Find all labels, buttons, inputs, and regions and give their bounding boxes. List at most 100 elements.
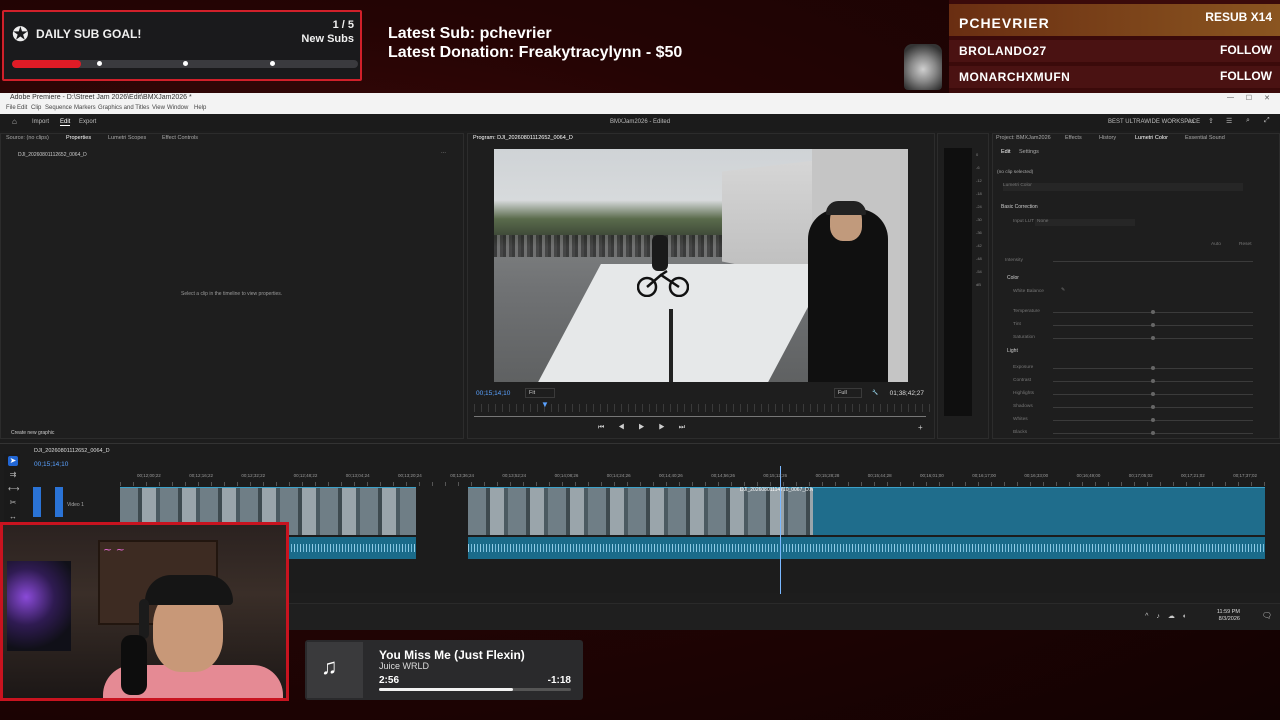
track-select-icon[interactable]: ⇉ xyxy=(8,470,18,480)
menu-sequence[interactable]: Sequence xyxy=(45,105,72,111)
wrench-icon[interactable]: 🔧 xyxy=(872,390,878,396)
close-icon[interactable]: ✕ xyxy=(1264,94,1270,102)
light-slider[interactable] xyxy=(1053,418,1253,422)
input-lut-label: Input LUT xyxy=(1013,219,1035,224)
slider-knob[interactable] xyxy=(1151,392,1155,396)
song-artist: Juice WRLD xyxy=(379,661,430,671)
properties-panel: Source: (no clips) Properties Lumetri Sc… xyxy=(0,133,464,439)
share-icon[interactable]: ⇪ xyxy=(1208,117,1214,125)
auto-button[interactable]: Auto xyxy=(1211,242,1221,247)
menu-view[interactable]: View xyxy=(152,105,165,111)
timeline-playhead[interactable] xyxy=(780,466,781,594)
menu-window[interactable]: Window xyxy=(167,105,188,111)
selection-tool-icon[interactable]: ➤ xyxy=(8,456,18,466)
slider-knob[interactable] xyxy=(1151,431,1155,435)
light-slider[interactable] xyxy=(1053,366,1253,370)
menu-edit[interactable]: Edit xyxy=(17,105,27,111)
tab-source[interactable]: Source: (no clips) xyxy=(6,135,49,141)
timeline-tick-label: 00;14;24;26 xyxy=(606,473,631,478)
meter-scale-label: -24 xyxy=(976,204,982,209)
slider-knob[interactable] xyxy=(1151,310,1155,314)
color-slider[interactable] xyxy=(1053,336,1253,340)
eyedropper-icon[interactable]: ✎ xyxy=(1061,288,1065,293)
panel-icon[interactable]: ▭ xyxy=(1188,117,1195,125)
workspace-selector[interactable]: BEST ULTRAWIDE WORKSPACE xyxy=(1108,119,1200,125)
taskbar-clock[interactable]: 11:59 PM 8/3/2026 xyxy=(1217,609,1240,623)
home-icon[interactable]: ⌂ xyxy=(12,117,17,126)
program-timecode[interactable]: 00;15;14;10 xyxy=(476,390,510,397)
menu-file[interactable]: File xyxy=(6,105,16,111)
sequence-name[interactable]: DJI_20260801112652_0064_D xyxy=(34,448,110,454)
light-slider[interactable] xyxy=(1053,379,1253,383)
minimize-icon[interactable]: — xyxy=(1227,94,1234,101)
razor-icon[interactable]: ✂ xyxy=(8,498,18,508)
meter-scale-label: -54 xyxy=(976,269,982,274)
timeline-ruler-ticks[interactable] xyxy=(120,482,1270,486)
menu-bar: File Edit Clip Sequence Markers Graphics… xyxy=(0,105,1280,114)
mode-import[interactable]: Import xyxy=(32,119,49,125)
video-clip[interactable] xyxy=(468,487,813,535)
maximize-icon[interactable]: ☐ xyxy=(1246,94,1252,102)
fullscreen-icon[interactable]: ⤢ xyxy=(1264,117,1270,125)
ripple-edit-icon[interactable]: ⟷ xyxy=(8,484,19,494)
input-lut-select[interactable]: None xyxy=(1035,219,1135,226)
mode-export[interactable]: Export xyxy=(79,119,96,125)
neon-sign: ~ ~ xyxy=(103,543,125,556)
play-controls[interactable]: ⏮ ◀ ▶ ▶ ⏭ xyxy=(598,424,691,431)
track-source-v1[interactable] xyxy=(55,487,63,517)
menu-markers[interactable]: Markers xyxy=(74,105,96,111)
reset-button[interactable]: Reset xyxy=(1239,242,1252,247)
tab-history[interactable]: History xyxy=(1099,135,1116,141)
audio-clip[interactable] xyxy=(468,537,1265,559)
goal-marker xyxy=(183,61,188,66)
intensity-slider[interactable] xyxy=(1053,261,1253,262)
tab-lumetri-scopes[interactable]: Lumetri Scopes xyxy=(108,135,146,141)
more-icon[interactable]: ⋯ xyxy=(441,150,446,156)
slider-knob[interactable] xyxy=(1151,379,1155,383)
timeline-timecode[interactable]: 00;15;14;10 xyxy=(34,461,68,468)
zoom-select[interactable]: Fit xyxy=(525,388,555,398)
menu-clip[interactable]: Clip xyxy=(31,105,41,111)
tab-effect-controls[interactable]: Effect Controls xyxy=(162,135,198,141)
playhead-marker[interactable]: ▼ xyxy=(541,400,549,409)
system-tray-icons[interactable]: ^ ♪ ☁ ◐ xyxy=(1145,612,1190,620)
color-header[interactable]: Color xyxy=(1007,275,1019,281)
slider-knob[interactable] xyxy=(1151,323,1155,327)
transport-controls[interactable]: ⏮ ◀ ▶ ▶ ⏭ xyxy=(598,424,828,434)
light-slider[interactable] xyxy=(1053,405,1253,409)
slip-icon[interactable]: ↔ xyxy=(8,512,18,522)
menu-help[interactable]: Help xyxy=(194,105,206,111)
track-target-v1[interactable] xyxy=(33,487,41,517)
search-icon[interactable]: ⌕ xyxy=(1246,117,1250,125)
color-slider[interactable] xyxy=(1053,310,1253,314)
microphone xyxy=(121,635,147,695)
meter-scale-label: -30 xyxy=(976,217,982,222)
tab-lumetri-color[interactable]: Lumetri Color xyxy=(1135,135,1168,141)
menu-icon[interactable]: ☰ xyxy=(1226,117,1232,125)
video-clip[interactable] xyxy=(813,487,1265,535)
preset-select[interactable]: Lumetri Color xyxy=(1003,183,1243,191)
slider-knob[interactable] xyxy=(1151,366,1155,370)
slider-knob[interactable] xyxy=(1151,418,1155,422)
subtab-settings[interactable]: Settings xyxy=(1019,149,1039,155)
menu-graphics[interactable]: Graphics and Titles xyxy=(98,105,149,111)
subtab-edit[interactable]: Edit xyxy=(1001,149,1010,155)
song-remaining: -1:18 xyxy=(547,675,571,686)
quality-select[interactable]: Full xyxy=(834,388,862,398)
light-header[interactable]: Light xyxy=(1007,348,1018,354)
basic-correction-header[interactable]: Basic Correction xyxy=(1001,204,1038,210)
tab-properties[interactable]: Properties xyxy=(66,135,91,141)
slider-knob[interactable] xyxy=(1151,336,1155,340)
color-slider[interactable] xyxy=(1053,323,1253,327)
tab-essential-sound[interactable]: Essential Sound xyxy=(1185,135,1225,141)
mode-edit[interactable]: Edit xyxy=(60,119,71,126)
program-scrubber[interactable] xyxy=(474,416,926,417)
light-slider[interactable] xyxy=(1053,431,1253,435)
slider-knob[interactable] xyxy=(1151,405,1155,409)
tab-project[interactable]: Project: BMXJam2026 xyxy=(996,135,1051,141)
create-graphic-button[interactable]: Create new graphic xyxy=(11,430,54,436)
notification-icon[interactable]: 🗨 xyxy=(1262,611,1272,620)
add-button-icon[interactable]: + xyxy=(918,423,923,432)
tab-effects[interactable]: Effects xyxy=(1065,135,1082,141)
light-slider[interactable] xyxy=(1053,392,1253,396)
